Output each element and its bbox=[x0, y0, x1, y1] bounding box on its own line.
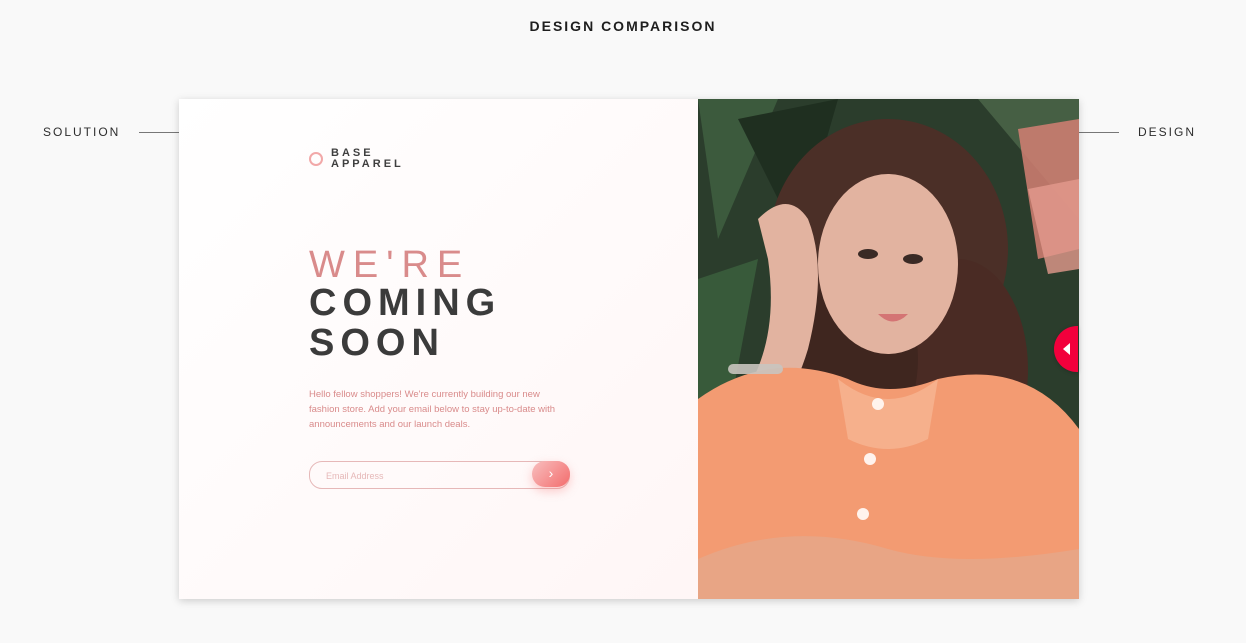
solution-label: SOLUTION bbox=[43, 125, 121, 139]
email-input[interactable] bbox=[324, 465, 528, 487]
design-comparison-page: DESIGN COMPARISON SOLUTION DESIGN BASE A… bbox=[0, 0, 1246, 643]
solution-panel: BASE APPAREL WE'RE COMING SOON Hello fel… bbox=[179, 99, 698, 599]
hero-description: Hello fellow shoppers! We're currently b… bbox=[309, 389, 556, 430]
model-photo bbox=[698, 99, 1079, 599]
submit-button[interactable]: › bbox=[532, 461, 570, 487]
chevron-right-icon: › bbox=[548, 465, 554, 481]
design-preview-panel bbox=[698, 99, 1079, 599]
email-form: › bbox=[309, 461, 570, 489]
hero-line-were: WE'RE bbox=[309, 244, 471, 286]
brand-logo: BASE APPAREL bbox=[309, 148, 409, 170]
design-divider bbox=[1079, 132, 1119, 133]
design-label: DESIGN bbox=[1138, 125, 1197, 139]
page-title: DESIGN COMPARISON bbox=[529, 18, 717, 34]
hero-line-soon: SOON bbox=[309, 322, 445, 364]
hero-heading: WE'RE COMING SOON bbox=[309, 246, 501, 362]
hero-line-coming: COMING bbox=[309, 282, 502, 324]
brand-name: BASE APPAREL bbox=[331, 148, 409, 170]
brand-line-2: APPAREL bbox=[331, 158, 404, 170]
solution-divider bbox=[139, 132, 179, 133]
arrow-left-icon bbox=[1063, 343, 1070, 355]
circle-logo-icon bbox=[309, 152, 323, 166]
comparison-frame: BASE APPAREL WE'RE COMING SOON Hello fel… bbox=[179, 99, 1079, 599]
